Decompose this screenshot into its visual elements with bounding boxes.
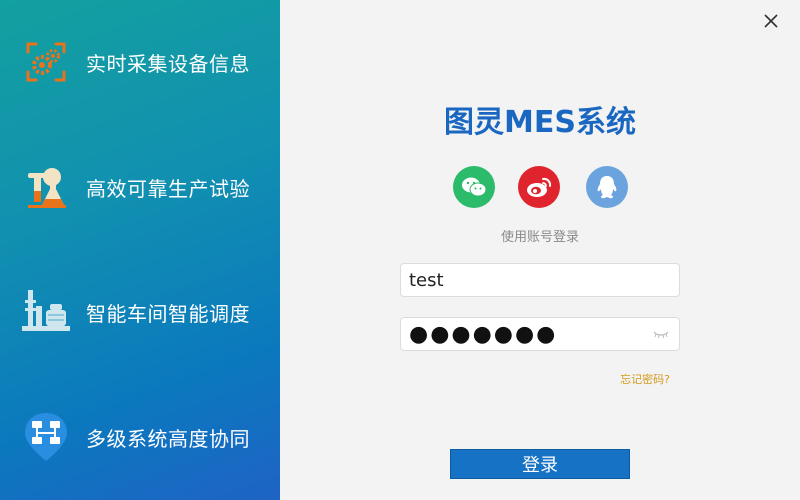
password-field[interactable] — [400, 317, 680, 351]
forgot-password-link[interactable]: 忘记密码? — [600, 371, 690, 387]
password-input[interactable] — [409, 321, 649, 347]
weibo-icon — [527, 177, 552, 197]
lab-flask-icon — [18, 159, 74, 215]
feature-item-data-collection: 实时采集设备信息 — [18, 34, 278, 90]
factory-icon — [18, 284, 74, 340]
close-icon[interactable] — [763, 13, 779, 29]
qq-icon — [597, 176, 617, 199]
wechat-icon — [462, 177, 487, 197]
feature-item-smart-scheduling: 智能车间智能调度 — [18, 284, 278, 340]
login-hint: 使用账号登录 — [500, 230, 579, 245]
feature-label: 高效可靠生产试验 — [86, 176, 250, 201]
gears-icon — [18, 34, 74, 90]
wechat-login-button[interactable] — [453, 166, 495, 208]
close-button[interactable] — [760, 10, 782, 32]
feature-label: 智能车间智能调度 — [86, 301, 250, 326]
login-panel — [280, 0, 800, 500]
hide-password-icon[interactable] — [653, 327, 669, 341]
feature-item-system-coordination: 多级系统高度协同 — [18, 409, 278, 465]
feature-sidebar: 实时采集设备信息 高效可靠生产试验 智能车间智能调度 多级系统高度协同 — [0, 0, 280, 500]
login-button[interactable]: 登录 — [450, 449, 630, 479]
username-input[interactable] — [409, 269, 649, 291]
network-pin-icon — [18, 409, 74, 465]
feature-label: 多级系统高度协同 — [86, 426, 250, 451]
weibo-login-button[interactable] — [518, 166, 560, 208]
username-field[interactable] — [400, 263, 680, 297]
feature-label: 实时采集设备信息 — [86, 51, 250, 76]
app-title: 图灵MES系统 — [444, 105, 636, 140]
feature-item-production-test: 高效可靠生产试验 — [18, 159, 278, 215]
qq-login-button[interactable] — [586, 166, 628, 208]
